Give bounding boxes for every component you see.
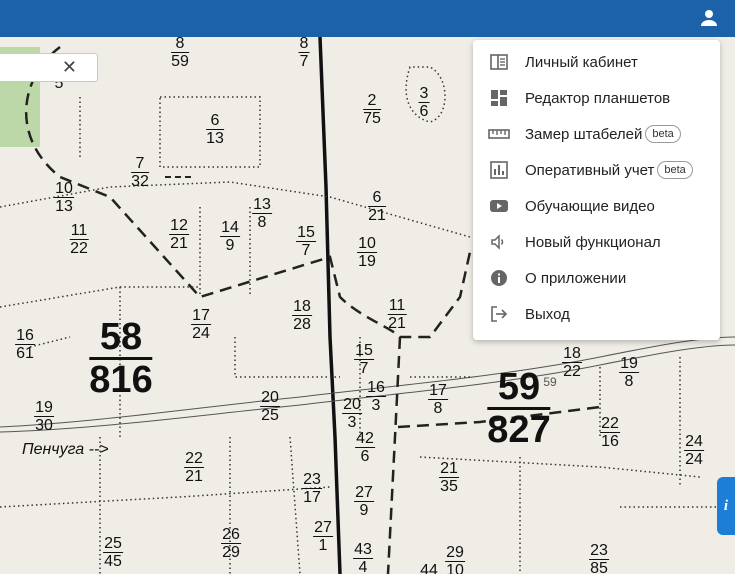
search-input[interactable] xyxy=(0,57,64,79)
quarter-label[interactable]: 21 35 xyxy=(439,460,459,495)
map-label: 59 xyxy=(543,375,557,389)
menu-item-label: Редактор планшетов xyxy=(525,89,671,107)
cabinet-icon xyxy=(488,51,510,73)
quarter-label[interactable]: 11 21 xyxy=(387,297,407,332)
menu-item-new-features[interactable]: Новый функционал xyxy=(473,224,720,260)
quarter-label[interactable]: 11 22 xyxy=(69,222,89,257)
quarter-label-large[interactable]: 59 827 xyxy=(487,367,551,450)
quarter-label[interactable]: 10 19 xyxy=(357,235,377,270)
quarter-label[interactable]: 16 61 xyxy=(15,327,35,362)
quarter-label[interactable]: 16 3 xyxy=(366,379,386,414)
quarter-label[interactable]: 22 16 xyxy=(600,415,620,450)
place-label: Пенчуга --> xyxy=(22,441,109,458)
menu-item-label: Оперативный учет xyxy=(525,161,655,179)
menu-item-label: Обучающие видео xyxy=(525,197,655,215)
quarter-label[interactable]: 29 10 xyxy=(445,544,465,574)
account-icon xyxy=(701,10,717,26)
top-app-bar xyxy=(0,0,735,37)
quarter-label[interactable]: 15 7 xyxy=(354,342,374,377)
map-label: 44 xyxy=(420,562,438,574)
quarter-label[interactable]: 27 1 xyxy=(313,519,333,554)
menu-item-about[interactable]: О приложении xyxy=(473,260,720,296)
info-icon xyxy=(488,267,510,289)
quarter-label[interactable]: 20 25 xyxy=(260,389,280,424)
boundary-dashed xyxy=(386,336,402,574)
quarter-label[interactable]: 17 24 xyxy=(191,307,211,342)
quarter-label[interactable]: 15 7 xyxy=(296,224,316,259)
quarter-label-large[interactable]: 58 816 xyxy=(89,317,153,400)
quarter-label[interactable]: 2 75 xyxy=(363,92,381,127)
quarter-label[interactable]: 12 21 xyxy=(169,217,189,252)
boundary-dashed xyxy=(25,46,472,339)
menu-item-label: Замер штабелей xyxy=(525,125,643,143)
menu-item-cabinet[interactable]: Личный кабинет xyxy=(473,44,720,80)
logout-icon xyxy=(488,303,510,325)
close-icon[interactable]: ✕ xyxy=(62,57,77,78)
quarter-label[interactable]: 42 6 xyxy=(355,430,375,465)
quarter-label[interactable]: 24 24 xyxy=(684,433,704,468)
quarter-label[interactable]: 87 xyxy=(298,37,310,70)
menu-item-operational[interactable]: Оперативный учет beta xyxy=(473,152,720,188)
menu-item-videos[interactable]: Обучающие видео xyxy=(473,188,720,224)
quarter-label[interactable]: 20 3 xyxy=(342,396,362,431)
quarter-label[interactable]: 14 9 xyxy=(220,219,240,254)
menu-item-label: Выход xyxy=(525,305,570,323)
quarter-label[interactable]: 43 4 xyxy=(353,541,373,574)
ruler-icon xyxy=(488,123,510,145)
quarter-label[interactable]: 6 13 xyxy=(206,112,224,147)
quarter-label[interactable]: 18 22 xyxy=(562,345,582,380)
quarter-label[interactable]: 26 29 xyxy=(221,526,241,561)
bar-chart-icon xyxy=(488,159,510,181)
quarter-label[interactable]: 7 32 xyxy=(131,155,149,190)
quarter-label[interactable]: 25 45 xyxy=(103,535,123,570)
quarter-label[interactable]: 23 17 xyxy=(302,471,322,506)
quarter-label[interactable]: 6 21 xyxy=(368,189,386,224)
road-line xyxy=(318,37,342,574)
quarter-label[interactable]: 23 85 xyxy=(589,542,609,574)
quarter-label[interactable]: 8 59 xyxy=(171,37,189,70)
speaker-icon xyxy=(488,231,510,253)
menu-item-label: Личный кабинет xyxy=(525,53,638,71)
account-menu: Личный кабинет Редактор планшетов Замер … xyxy=(473,40,720,340)
search-box: ✕ xyxy=(0,53,98,82)
quarter-label[interactable]: 36 xyxy=(418,85,430,120)
beta-badge: beta xyxy=(645,125,681,143)
info-tab-button[interactable]: i xyxy=(717,477,735,535)
menu-item-label: Новый функционал xyxy=(525,233,661,251)
menu-item-tablet-editor[interactable]: Редактор планшетов xyxy=(473,80,720,116)
beta-badge: beta xyxy=(657,161,693,179)
quarter-label[interactable]: 17 8 xyxy=(428,382,448,417)
quarter-label[interactable]: 22 21 xyxy=(184,450,204,485)
quarter-label[interactable]: 19 30 xyxy=(34,399,54,434)
menu-item-stack-measure[interactable]: Замер штабелей beta xyxy=(473,116,720,152)
video-icon xyxy=(488,195,510,217)
quarter-label[interactable]: 10 13 xyxy=(54,180,74,215)
quarter-label[interactable]: 13 8 xyxy=(252,196,272,231)
menu-item-logout[interactable]: Выход xyxy=(473,296,720,332)
menu-item-label: О приложении xyxy=(525,269,627,287)
quarter-label[interactable]: 27 9 xyxy=(354,484,374,519)
quarter-label[interactable]: 19 8 xyxy=(619,355,639,390)
dashboard-icon xyxy=(488,87,510,109)
quarter-label[interactable]: 18 28 xyxy=(292,298,312,333)
account-button[interactable] xyxy=(697,6,721,30)
